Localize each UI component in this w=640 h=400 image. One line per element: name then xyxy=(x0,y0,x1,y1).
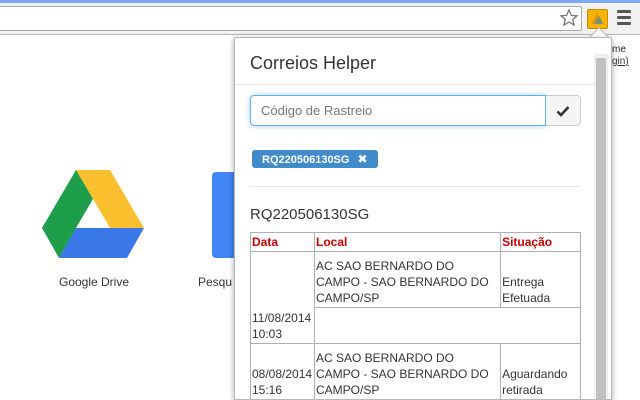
submit-tracking-button[interactable] xyxy=(546,95,581,126)
table-row: 08/08/2014 15:16 AC SAO BERNARDO DO CAMP… xyxy=(250,343,581,399)
close-x-icon[interactable]: ✖ xyxy=(357,152,367,166)
cell-status: Aguardando retirada xyxy=(500,343,581,399)
address-bar[interactable] xyxy=(0,6,582,31)
column-header-status: Situação xyxy=(500,232,581,252)
google-drive-icon[interactable] xyxy=(42,170,146,260)
tracking-table: Data Local Situação 11/08/2014 10:03 AC … xyxy=(250,232,582,399)
column-header-local: Local xyxy=(313,232,502,252)
checkmark-icon xyxy=(556,106,570,117)
table-header-row: Data Local Situação xyxy=(250,232,581,252)
column-header-date: Data xyxy=(250,232,315,252)
result-code-heading: RQ220506130SG xyxy=(250,206,370,223)
hamburger-menu-icon[interactable] xyxy=(617,10,633,28)
extension-popup: Correios Helper RQ220506130SG ✖ RQ2205061… xyxy=(234,37,612,400)
tracking-tag[interactable]: RQ220506130SG ✖ xyxy=(252,150,378,168)
scrollbar-thumb[interactable] xyxy=(596,58,606,399)
cell-status: Entrega Efetuada xyxy=(500,251,581,308)
star-icon[interactable] xyxy=(559,8,579,28)
cell-local: AC SAO BERNARDO DO CAMPO - SAO BERNARDO … xyxy=(313,343,502,399)
app-label-second[interactable]: Pesqu xyxy=(198,275,232,289)
tracking-code-input[interactable] xyxy=(250,95,546,126)
cell-empty xyxy=(313,307,582,344)
cell-local: AC SAO BERNARDO DO CAMPO - SAO BERNARDO … xyxy=(313,251,502,308)
table-row: 11/08/2014 10:03 AC SAO BERNARDO DO CAMP… xyxy=(250,251,581,344)
side-text-fragment: me xyxy=(612,44,626,55)
browser-toolbar xyxy=(0,3,640,35)
popup-title: Correios Helper xyxy=(250,53,377,73)
correios-helper-extension-icon[interactable] xyxy=(587,9,608,29)
divider xyxy=(235,84,595,85)
divider xyxy=(250,186,580,187)
cell-date: 11/08/2014 10:03 xyxy=(250,251,315,344)
side-link-fragment[interactable]: gin) xyxy=(612,56,629,67)
app-label-google-drive[interactable]: Google Drive xyxy=(40,275,148,289)
popup-scrollbar[interactable] xyxy=(594,54,608,399)
tracking-tag-label: RQ220506130SG xyxy=(262,154,350,166)
cell-date: 08/08/2014 15:16 xyxy=(250,343,315,399)
